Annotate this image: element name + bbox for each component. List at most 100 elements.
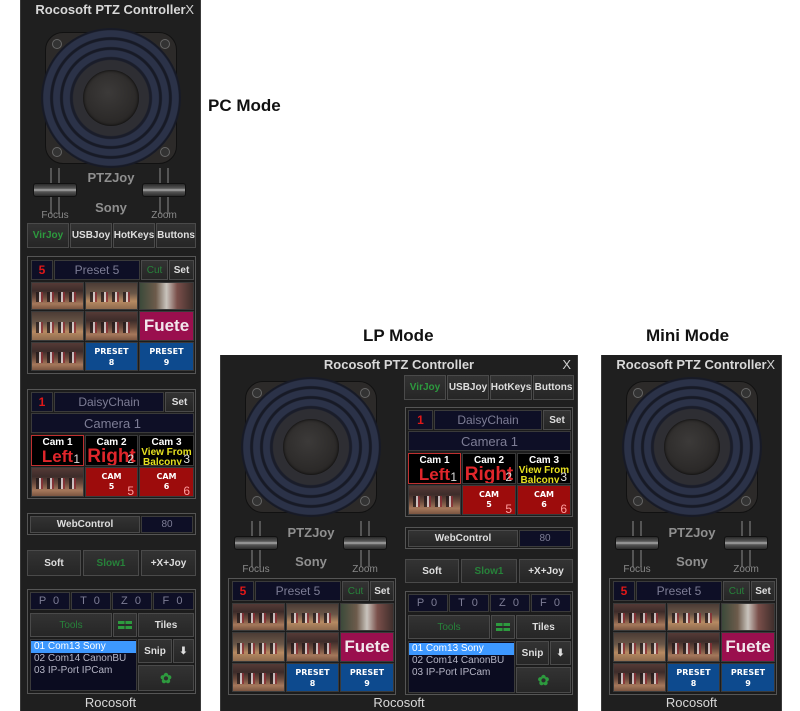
tiles-button[interactable]: Tiles <box>516 615 571 639</box>
cut-button[interactable]: Cut <box>141 260 168 280</box>
slider-thumb[interactable] <box>234 536 278 550</box>
tab-virjoy[interactable]: VirJoy <box>27 223 69 248</box>
focus-slider[interactable] <box>33 168 77 214</box>
preset-tile-5[interactable] <box>85 311 138 341</box>
cut-button[interactable]: Cut <box>723 581 750 601</box>
tab-buttons[interactable]: Buttons <box>156 223 196 248</box>
preset-tile-fuete[interactable]: Fuete <box>139 311 194 341</box>
tab-usbjoy[interactable]: USBJoy <box>447 375 489 400</box>
joy-axis-button[interactable]: +X+Joy <box>141 550 196 576</box>
cam-tile-2[interactable]: Cam 2 Right 2 <box>462 453 516 484</box>
tab-virjoy[interactable]: VirJoy <box>404 375 446 400</box>
tools-button[interactable]: Tools <box>408 615 490 639</box>
preset-tile-2[interactable] <box>667 603 720 631</box>
joystick-knob[interactable] <box>283 419 339 475</box>
preset-tile-4[interactable] <box>613 632 666 662</box>
slider-thumb[interactable] <box>724 536 768 550</box>
preset-tile-3[interactable] <box>340 603 394 631</box>
preset-tile-5[interactable] <box>286 632 339 662</box>
preset-tile-2[interactable] <box>85 282 138 310</box>
zoom-slider[interactable] <box>724 521 768 567</box>
preset-name-field[interactable]: Preset 5 <box>255 581 341 601</box>
camera-name-field[interactable]: Camera 1 <box>31 413 194 433</box>
preset-tile-5[interactable] <box>667 632 720 662</box>
cam-tile-3[interactable]: Cam 3 View From Balcony 3 <box>139 435 194 466</box>
cam-tile-2[interactable]: Cam 2 Right 2 <box>85 435 138 466</box>
webcontrol-port-field[interactable]: 80 <box>519 530 571 547</box>
set-button[interactable]: Set <box>169 260 194 280</box>
webcontrol-button[interactable]: WebControl <box>408 530 518 547</box>
focus-slider[interactable] <box>615 521 659 567</box>
port-list[interactable]: 01 Com13 Sony 02 Com14 CanonBU 03 IP-Por… <box>408 641 515 693</box>
preset-tile-4[interactable] <box>232 632 285 662</box>
cam-tile-4[interactable] <box>408 485 461 515</box>
joystick-knob[interactable] <box>83 70 139 126</box>
download-button[interactable]: ⬇ <box>550 641 571 665</box>
tab-hotkeys[interactable]: HotKeys <box>490 375 532 400</box>
cut-button[interactable]: Cut <box>342 581 369 601</box>
joy-axis-button[interactable]: +X+Joy <box>519 559 573 583</box>
tab-usbjoy[interactable]: USBJoy <box>70 223 112 248</box>
preset-tile-9[interactable]: PRESET 9 <box>139 342 194 371</box>
focus-slider[interactable] <box>234 521 278 567</box>
preset-tile-3[interactable] <box>721 603 775 631</box>
port-list[interactable]: 01 Com13 Sony 02 Com14 CanonBU 03 IP-Por… <box>30 639 137 691</box>
slider-thumb[interactable] <box>343 536 387 550</box>
port-list-item[interactable]: 03 IP-Port IPCam <box>409 667 514 679</box>
virtual-joystick[interactable] <box>41 28 181 168</box>
port-list-item[interactable]: 02 Com14 CanonBU <box>31 653 136 665</box>
tiles-button[interactable]: Tiles <box>138 613 194 637</box>
preset-tile-2[interactable] <box>286 603 339 631</box>
set-button[interactable]: Set <box>751 581 775 601</box>
preset-tile-9[interactable]: PRESET 9 <box>721 663 775 692</box>
download-button[interactable]: ⬇ <box>173 639 194 663</box>
tab-hotkeys[interactable]: HotKeys <box>113 223 155 248</box>
webcontrol-button[interactable]: WebControl <box>30 516 140 533</box>
close-button[interactable]: X <box>562 355 571 375</box>
soft-button[interactable]: Soft <box>27 550 81 576</box>
preset-tile-7[interactable] <box>31 342 84 371</box>
webcontrol-port-field[interactable]: 80 <box>141 516 193 533</box>
preset-tile-9[interactable]: PRESET 9 <box>340 663 394 692</box>
slider-thumb[interactable] <box>142 183 186 197</box>
preset-tile-8[interactable]: PRESET 8 <box>286 663 339 692</box>
preset-tile-4[interactable] <box>31 311 84 341</box>
layout-grid-button[interactable] <box>491 615 515 639</box>
layout-grid-button[interactable] <box>113 613 137 637</box>
port-list-item[interactable]: 02 Com14 CanonBU <box>409 655 514 667</box>
preset-tile-1[interactable] <box>232 603 285 631</box>
zoom-slider[interactable] <box>343 521 387 567</box>
camera-name-field[interactable]: Camera 1 <box>408 431 571 451</box>
preset-name-field[interactable]: Preset 5 <box>636 581 722 601</box>
cam-tile-6[interactable]: CAM 6 6 <box>139 467 194 497</box>
soft-button[interactable]: Soft <box>405 559 459 583</box>
cam-tile-1[interactable]: Cam 1 Left 1 <box>408 453 461 484</box>
preset-tile-8[interactable]: PRESET 8 <box>85 342 138 371</box>
preset-name-field[interactable]: Preset 5 <box>54 260 140 280</box>
tools-button[interactable]: Tools <box>30 613 112 637</box>
port-list-item[interactable]: 01 Com13 Sony <box>409 643 514 655</box>
preset-tile-1[interactable] <box>31 282 84 310</box>
preset-tile-3[interactable] <box>139 282 194 310</box>
settings-button[interactable]: ✿ <box>138 665 194 691</box>
preset-tile-fuete[interactable]: Fuete <box>340 632 394 662</box>
virtual-joystick[interactable] <box>241 377 381 517</box>
snip-button[interactable]: Snip <box>516 641 549 665</box>
slider-thumb[interactable] <box>615 536 659 550</box>
daisychain-field[interactable]: DaisyChain <box>434 410 542 430</box>
preset-tile-7[interactable] <box>613 663 666 692</box>
snip-button[interactable]: Snip <box>138 639 172 663</box>
preset-tile-fuete[interactable]: Fuete <box>721 632 775 662</box>
cam-tile-6[interactable]: CAM 6 6 <box>517 485 571 515</box>
set-button[interactable]: Set <box>370 581 394 601</box>
port-list-item[interactable]: 01 Com13 Sony <box>31 641 136 653</box>
cam-tile-5[interactable]: CAM 5 5 <box>462 485 516 515</box>
cam-tile-1[interactable]: Cam 1 Left 1 <box>31 435 84 466</box>
port-list-item[interactable]: 03 IP-Port IPCam <box>31 665 136 677</box>
slider-thumb[interactable] <box>33 183 77 197</box>
tab-buttons[interactable]: Buttons <box>533 375 574 400</box>
cam-tile-3[interactable]: Cam 3 View From Balcony 3 <box>517 453 571 484</box>
preset-tile-7[interactable] <box>232 663 285 692</box>
preset-tile-1[interactable] <box>613 603 666 631</box>
cam-tile-4[interactable] <box>31 467 84 497</box>
